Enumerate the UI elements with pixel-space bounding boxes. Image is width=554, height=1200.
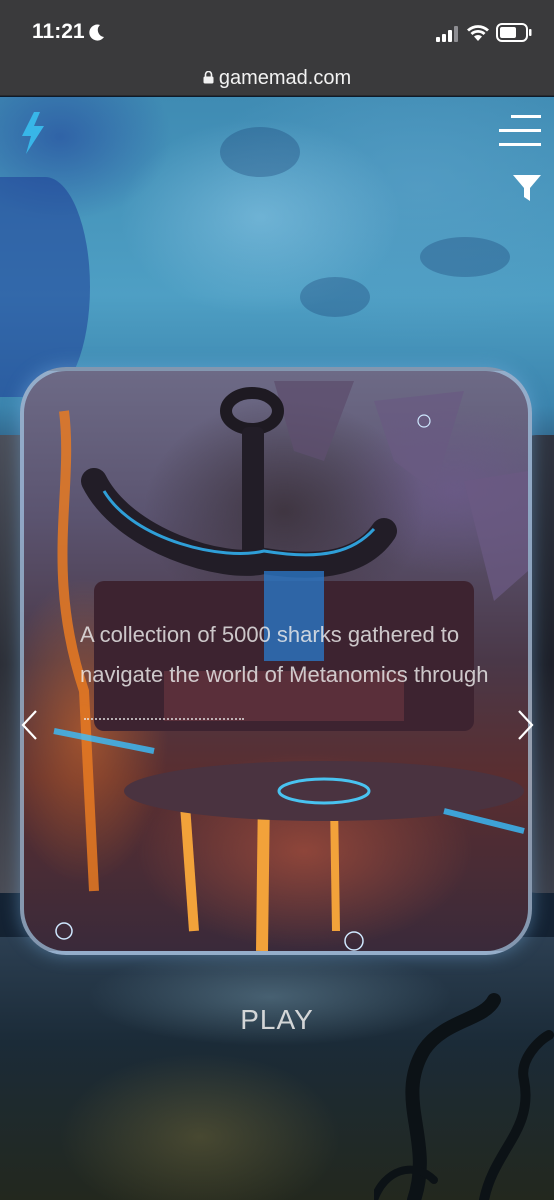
background-texture <box>0 177 90 397</box>
filter-icon[interactable] <box>512 173 542 203</box>
menu-line <box>511 115 541 118</box>
battery-icon <box>496 23 532 42</box>
read-more-link[interactable] <box>84 712 244 721</box>
signal-icon <box>436 26 458 42</box>
play-button[interactable]: PLAY <box>200 996 354 1044</box>
tentacle-decoration <box>374 993 554 1200</box>
chevron-right-icon[interactable] <box>517 709 535 741</box>
card-description-text: A collection of 5000 sharks gathered to … <box>80 622 489 687</box>
card-description: A collection of 5000 sharks gathered to … <box>80 615 500 735</box>
status-bar: 11:21 <box>0 0 554 62</box>
bottom-scene <box>0 937 554 1200</box>
status-time: 11:21 <box>32 20 85 43</box>
background-texture <box>220 127 300 177</box>
background-texture <box>300 277 370 317</box>
menu-line <box>499 129 541 132</box>
lightning-logo-icon[interactable] <box>20 112 46 154</box>
moon-icon <box>89 24 104 41</box>
lock-icon <box>203 71 214 84</box>
hamburger-menu-icon[interactable] <box>499 115 541 149</box>
featured-game-card[interactable]: A collection of 5000 sharks gathered to … <box>20 367 532 955</box>
wifi-icon <box>467 25 489 41</box>
background-texture <box>420 237 510 277</box>
menu-line <box>499 143 541 146</box>
chevron-left-icon[interactable] <box>20 709 38 741</box>
url-text: gamemad.com <box>218 67 352 89</box>
address-bar[interactable]: gamemad.com <box>0 62 554 96</box>
